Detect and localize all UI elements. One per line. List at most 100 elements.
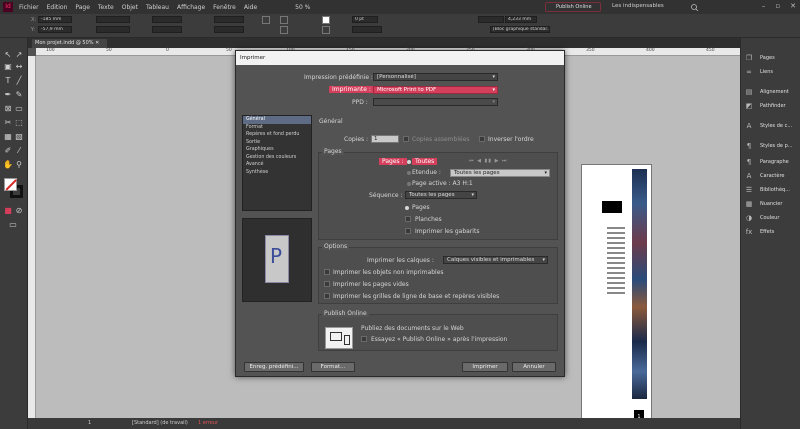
collate-checkbox[interactable] (403, 136, 409, 142)
panel-library[interactable]: ☰ Bibliothèq... (743, 184, 799, 196)
eyedropper-tool-icon[interactable]: ⁄ (14, 146, 24, 156)
pencil-tool-icon[interactable]: ✎ (14, 90, 24, 100)
fill-swatch-icon[interactable] (322, 16, 330, 24)
direct-selection-tool-icon[interactable]: ↗ (14, 50, 24, 60)
panel-para-styles[interactable]: ¶ Styles de p... (743, 140, 799, 152)
height-field[interactable] (96, 26, 130, 33)
sequence-select[interactable]: Toutes les pages ▾ (405, 191, 477, 199)
panel-color[interactable]: ◑ Couleur (743, 212, 799, 224)
active-page-radio[interactable] (407, 182, 411, 186)
object-style-select[interactable]: [Bloc graphique standar... (490, 26, 550, 33)
layers-select[interactable]: Calques visibles et imprimables ▾ (443, 256, 548, 264)
save-preset-button[interactable]: Enreg. prédéfini... (244, 362, 304, 372)
pages-option-radio[interactable] (405, 206, 409, 210)
document-page[interactable]: 1 (581, 164, 652, 429)
page-indicator[interactable]: 1 (88, 420, 91, 426)
panel-pages[interactable]: ❐ Pages (743, 52, 799, 64)
printer-select[interactable]: Microsoft Print to PDF ▾ (373, 86, 498, 94)
menu-aide[interactable]: Aide (244, 4, 257, 11)
category-item[interactable]: Général (243, 116, 311, 124)
scale-x-field[interactable] (152, 16, 182, 23)
fill-stroke-swatches[interactable] (4, 178, 24, 200)
search-icon[interactable] (690, 3, 716, 11)
page-navigation-icons[interactable]: ⏮ ◀ ▮▮ ▶ ⏭ (469, 158, 508, 164)
opacity-field[interactable] (478, 16, 504, 23)
minimize-icon[interactable]: – (762, 2, 766, 10)
range-radio[interactable] (407, 171, 411, 175)
menu-page[interactable]: Page (75, 4, 90, 11)
select-content-icon[interactable] (280, 26, 288, 34)
range-input[interactable]: Toutes les pages ▾ (450, 169, 550, 177)
blank-pages-checkbox[interactable] (324, 281, 330, 287)
apply-none-icon[interactable]: ⊘ (14, 206, 24, 216)
free-transform-tool-icon[interactable]: ⬚ (14, 118, 24, 128)
panel-align[interactable]: ▤ Alignement (743, 86, 799, 98)
maximize-icon[interactable]: ▫ (775, 2, 780, 10)
apply-color-icon[interactable]: ■ (3, 206, 13, 216)
panel-swatches[interactable]: ▦ Nuancier (743, 198, 799, 210)
close-icon[interactable]: ✕ (790, 2, 796, 10)
spreads-checkbox[interactable] (405, 216, 411, 222)
shear-field[interactable] (214, 26, 244, 33)
pen-tool-icon[interactable]: ✒ (3, 90, 13, 100)
stroke-weight-field[interactable]: 0 pt (352, 16, 378, 23)
panel-pathfinder[interactable]: ◩ Pathfinder (743, 100, 799, 112)
zoom-tool-icon[interactable]: ⚲ (14, 160, 24, 170)
size-field[interactable]: 4,233 mm (505, 16, 537, 23)
panel-char-styles[interactable]: A Styles de c... (743, 120, 799, 132)
y-field[interactable]: -57,9 mm (38, 26, 72, 33)
menu-objet[interactable]: Objet (122, 4, 138, 11)
panel-character[interactable]: A Caractère (743, 170, 799, 182)
panel-effects[interactable]: fx Effets (743, 226, 799, 238)
reverse-order-checkbox[interactable] (479, 136, 485, 142)
zoom-select[interactable]: 50 % (295, 4, 310, 11)
publish-online-button[interactable]: Publish Online (545, 2, 601, 12)
preflight-profile[interactable]: [Standard] (de travail) (132, 420, 188, 426)
selection-tool-icon[interactable]: ↖ (3, 50, 13, 60)
gap-tool-icon[interactable]: ↔ (14, 62, 24, 72)
preflight-errors[interactable]: 1 erreur (198, 420, 218, 426)
gradient-feather-tool-icon[interactable]: ▧ (14, 132, 24, 142)
flip-icon[interactable] (262, 16, 270, 24)
panel-links[interactable]: ∞ Liens (743, 66, 799, 78)
select-container-icon[interactable] (280, 16, 288, 24)
setup-button[interactable]: Format... (311, 362, 355, 372)
category-item[interactable]: Graphiques (243, 146, 311, 154)
menu-edition[interactable]: Edition (47, 4, 68, 11)
menu-tableau[interactable]: Tableau (146, 4, 169, 11)
document-tab[interactable]: Mon projet.indd @ 50% ✕ (32, 39, 108, 48)
publish-after-print-checkbox[interactable] (361, 336, 367, 342)
gradient-tool-icon[interactable]: ▦ (3, 132, 13, 142)
rectangle-tool-icon[interactable]: ▭ (14, 104, 24, 114)
cancel-button[interactable]: Annuler (512, 362, 556, 372)
hand-tool-icon[interactable]: ✋ (3, 160, 13, 170)
normal-view-icon[interactable]: ▭ (8, 220, 18, 230)
menu-fenetre[interactable]: Fenêtre (213, 4, 236, 11)
category-item[interactable]: Repères et fond perdu (243, 131, 311, 139)
print-button[interactable]: Imprimer (462, 362, 508, 372)
workspace-switcher[interactable]: Les indispensables (612, 3, 664, 9)
scale-y-field[interactable] (152, 26, 182, 33)
page-tool-icon[interactable]: ▣ (3, 62, 13, 72)
type-tool-icon[interactable]: T (3, 76, 13, 86)
category-item[interactable]: Format (243, 124, 311, 132)
pages-all-radio[interactable] (407, 160, 411, 164)
menu-texte[interactable]: Texte (98, 4, 114, 11)
category-item[interactable]: Sortie (243, 139, 311, 147)
masters-checkbox[interactable] (405, 228, 411, 234)
menu-affichage[interactable]: Affichage (177, 4, 205, 11)
scissors-tool-icon[interactable]: ✂ (3, 118, 13, 128)
rectangle-frame-tool-icon[interactable]: ⊠ (3, 104, 13, 114)
category-item[interactable]: Gestion des couleurs (243, 154, 311, 162)
stroke-type-select[interactable] (352, 26, 382, 33)
nonprinting-checkbox[interactable] (324, 269, 330, 275)
x-field[interactable]: -185 mm (38, 16, 72, 23)
line-tool-icon[interactable]: ╱ (14, 76, 24, 86)
preset-select[interactable]: [Personnalisé] ▾ (373, 73, 498, 81)
category-item[interactable]: Synthèse (243, 169, 311, 177)
menu-fichier[interactable]: Fichier (19, 4, 39, 11)
rotate-field[interactable] (214, 16, 244, 23)
grids-checkbox[interactable] (324, 293, 330, 299)
width-field[interactable] (96, 16, 130, 23)
stroke-swatch-icon[interactable] (322, 26, 330, 34)
